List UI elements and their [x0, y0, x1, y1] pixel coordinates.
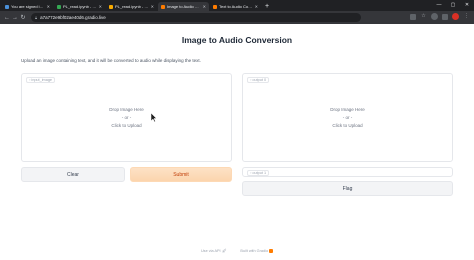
image-icon: ▫ [29, 77, 31, 82]
tab-title: Text to Audio Conversion [219, 4, 254, 9]
browser-tab[interactable]: You are signed in as 22msc...✕ [2, 2, 53, 11]
output-0-image[interactable]: ▫ output 0 Drop Image Here - or - Click t… [242, 73, 453, 162]
output-1-text: ▫ output 1 [242, 167, 453, 177]
input-image-label: ▫ input_image [26, 77, 56, 83]
footer: Use via API 🚀︎ Built with Gradio [0, 248, 474, 253]
output-1-label-text: output 1 [252, 170, 267, 175]
browser-tab[interactable]: PL_read.ipynb - Google Dri...✕ [54, 2, 105, 11]
input-label-text: input_image [31, 77, 53, 82]
tab-title: PL_read.ipynb - Google Dri... [63, 4, 98, 9]
clear-button[interactable]: Clear [21, 167, 125, 182]
browser-tab-bar: You are signed in as 22msc...✕ PL_read.i… [0, 0, 474, 11]
window-controls: — ▢ ✕ [432, 0, 474, 11]
share-icon[interactable] [410, 13, 416, 20]
api-link-text: Use via API [200, 248, 221, 253]
text-icon: ▫ [250, 170, 252, 175]
tab-title: PL_read.ipynb - Colaborato... [115, 4, 150, 9]
tab-close-icon[interactable]: ✕ [255, 4, 258, 9]
tab-close-icon[interactable]: ✕ [203, 4, 206, 9]
profile-avatar[interactable] [452, 13, 459, 20]
image-icon: ▫ [250, 77, 252, 82]
gradio-logo-icon [269, 248, 274, 253]
tab-favicon-icon [5, 4, 9, 9]
rocket-icon: 🚀︎ [221, 249, 227, 253]
reload-icon[interactable]: ↻ [19, 14, 27, 21]
extensions-puzzle-icon[interactable] [442, 13, 448, 20]
maximize-button[interactable]: ▢ [446, 0, 460, 11]
output-1-label: ▫ output 1 [247, 170, 270, 176]
tab-title: You are signed in as 22msc... [11, 4, 46, 9]
tab-close-icon[interactable]: ✕ [151, 4, 154, 9]
flag-button[interactable]: Flag [242, 181, 453, 196]
tab-favicon-icon [57, 4, 61, 9]
page-title: Image to Audio Conversion [181, 35, 293, 45]
menu-kebab-icon[interactable]: ⋮ [463, 13, 470, 20]
browser-tab-active[interactable]: Image to Audio Conversion✕ [158, 2, 209, 11]
minimize-button[interactable]: — [432, 0, 446, 11]
tab-close-icon[interactable]: ✕ [99, 4, 102, 9]
page-description: Upload an image containing text, and it … [21, 58, 201, 63]
address-bar-row: ← → ↻ 🔒︎ a7a772e9bf02ae40d6.gradio.live … [0, 11, 474, 24]
submit-button[interactable]: Submit [130, 167, 232, 182]
click-to-upload-text: Click to Upload [332, 123, 363, 128]
back-icon[interactable]: ← [3, 15, 11, 21]
browser-tab[interactable]: PL_read.ipynb - Colaborato...✕ [106, 2, 157, 11]
browser-tab[interactable]: Text to Audio Conversion✕ [210, 2, 261, 11]
built-with-gradio-link[interactable]: Built with Gradio [240, 248, 274, 253]
browser-toolbar-icons: ☆ ⋮ [410, 13, 470, 20]
tab-favicon-icon [109, 4, 113, 9]
tab-favicon-icon [213, 4, 217, 9]
url-text: a7a772e9bf02ae40d6.gradio.live [40, 15, 106, 20]
tab-title: Image to Audio Conversion [167, 4, 202, 9]
lock-icon[interactable]: 🔒︎ [35, 15, 37, 20]
tab-favicon-icon [161, 4, 165, 9]
mouse-pointer-icon [150, 113, 157, 123]
output-0-label: ▫ output 0 [247, 77, 270, 83]
extension-icon[interactable] [431, 13, 438, 20]
output-0-label-text: output 0 [252, 77, 267, 82]
input-image-dropzone[interactable]: ▫ input_image Drop Image Here - or - Clic… [21, 73, 232, 162]
new-tab-button[interactable]: + [262, 2, 272, 11]
click-to-upload-text: Click to Upload [111, 123, 142, 128]
tab-close-icon[interactable]: ✕ [47, 4, 50, 9]
gradio-link-text: Built with Gradio [240, 248, 269, 253]
bookmark-star-icon[interactable]: ☆ [420, 13, 427, 20]
forward-icon[interactable]: → [11, 15, 19, 21]
use-via-api-link[interactable]: Use via API 🚀︎ [200, 248, 227, 254]
url-field[interactable]: 🔒︎ a7a772e9bf02ae40d6.gradio.live [31, 13, 361, 22]
close-window-button[interactable]: ✕ [460, 0, 474, 11]
